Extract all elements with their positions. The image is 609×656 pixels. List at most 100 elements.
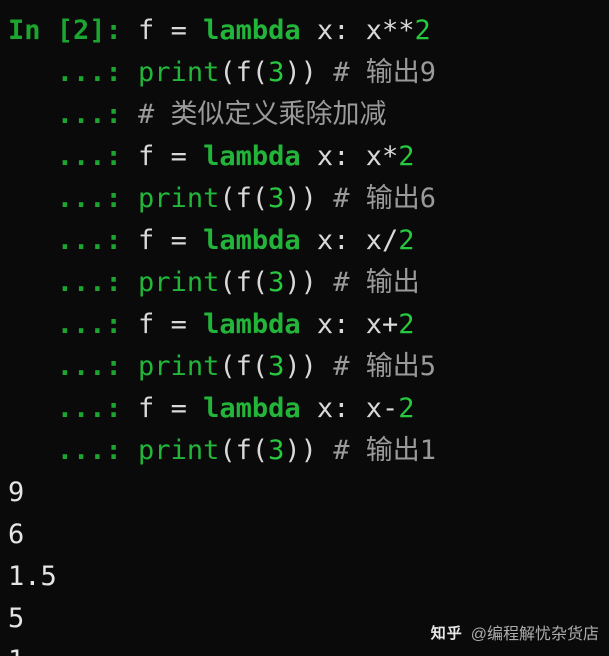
token-name: x <box>317 141 333 172</box>
continuation-prompt: ...: <box>8 393 138 424</box>
token-kw: lambda <box>203 225 301 256</box>
token-name: f <box>138 309 154 340</box>
token-name: f <box>138 15 154 46</box>
token-num: 3 <box>268 183 284 214</box>
token-sp <box>317 435 333 466</box>
token-sp <box>317 267 333 298</box>
token-paren: ( <box>252 183 268 214</box>
token-comment: # 输出1 <box>333 435 436 466</box>
token-name: x <box>366 15 382 46</box>
input-prompt: In [2]: <box>8 15 138 46</box>
token-sp <box>301 15 317 46</box>
token-sp <box>317 183 333 214</box>
token-num: 2 <box>398 309 414 340</box>
token-sp <box>187 393 203 424</box>
token-func: print <box>138 57 219 88</box>
token-eq: = <box>171 225 187 256</box>
token-kw: lambda <box>203 393 301 424</box>
token-num: 2 <box>415 15 431 46</box>
token-name: x <box>317 393 333 424</box>
token-paren: ) <box>284 57 300 88</box>
continuation-prompt: ...: <box>8 57 138 88</box>
token-sp <box>301 141 317 172</box>
token-name: f <box>236 267 252 298</box>
output-line: 9 <box>8 472 601 514</box>
token-paren: ( <box>219 267 235 298</box>
token-sp <box>154 225 170 256</box>
token-sp <box>154 15 170 46</box>
token-comment: # 输出9 <box>333 57 436 88</box>
terminal: In [2]: f = lambda x: x**2 ...: print(f(… <box>0 0 609 656</box>
token-paren: ) <box>284 267 300 298</box>
token-name: x <box>317 225 333 256</box>
token-sp <box>349 393 365 424</box>
token-eq: = <box>171 15 187 46</box>
token-func: print <box>138 435 219 466</box>
token-sp <box>349 309 365 340</box>
output-value: 5 <box>8 603 24 634</box>
zhihu-logo: 知乎 <box>431 622 463 643</box>
token-paren: ( <box>252 435 268 466</box>
token-kw: lambda <box>203 309 301 340</box>
token-comment: # 输出 <box>333 267 420 298</box>
token-eq: = <box>171 393 187 424</box>
token-name: x <box>366 393 382 424</box>
token-sp <box>187 141 203 172</box>
token-name: x <box>366 309 382 340</box>
token-kw: lambda <box>203 141 301 172</box>
token-name: f <box>138 393 154 424</box>
token-num: 3 <box>268 351 284 382</box>
continuation-prompt: ...: <box>8 309 138 340</box>
token-sp <box>317 57 333 88</box>
token-sp <box>154 309 170 340</box>
token-name: x <box>366 225 382 256</box>
token-num: 3 <box>268 435 284 466</box>
token-name: x <box>317 309 333 340</box>
output-value: 6 <box>8 519 24 550</box>
token-op: ** <box>382 15 415 46</box>
token-func: print <box>138 183 219 214</box>
token-paren: ) <box>301 351 317 382</box>
continuation-prompt: ...: <box>8 141 138 172</box>
token-name: f <box>236 183 252 214</box>
token-paren: ) <box>284 351 300 382</box>
zhihu-logo-text: 知乎 <box>431 622 463 643</box>
token-sp <box>349 225 365 256</box>
token-num: 2 <box>398 141 414 172</box>
token-paren: ( <box>252 351 268 382</box>
token-name: f <box>236 435 252 466</box>
continuation-prompt: ...: <box>8 351 138 382</box>
token-func: print <box>138 267 219 298</box>
token-paren: ( <box>219 183 235 214</box>
code-line: ...: f = lambda x: x-2 <box>8 388 601 430</box>
output-value: 1 <box>8 645 24 656</box>
token-op: / <box>382 225 398 256</box>
token-op: : <box>333 141 349 172</box>
token-sp <box>187 309 203 340</box>
token-sp <box>301 225 317 256</box>
token-paren: ( <box>219 351 235 382</box>
token-num: 3 <box>268 267 284 298</box>
token-op: + <box>382 309 398 340</box>
token-op: : <box>333 225 349 256</box>
token-name: x <box>366 141 382 172</box>
token-name: x <box>317 15 333 46</box>
token-paren: ) <box>284 183 300 214</box>
code-line: ...: print(f(3)) # 输出1 <box>8 430 601 472</box>
token-sp <box>349 141 365 172</box>
continuation-prompt: ...: <box>8 435 138 466</box>
token-paren: ( <box>219 57 235 88</box>
token-name: f <box>236 351 252 382</box>
token-sp <box>301 309 317 340</box>
token-paren: ) <box>301 435 317 466</box>
output-line: 6 <box>8 514 601 556</box>
token-func: print <box>138 351 219 382</box>
token-op: : <box>333 15 349 46</box>
token-op: * <box>382 141 398 172</box>
token-paren: ) <box>284 435 300 466</box>
watermark: 知乎 @编程解忧杂货店 <box>431 620 599 644</box>
token-paren: ) <box>301 57 317 88</box>
token-comment: # 输出6 <box>333 183 436 214</box>
continuation-prompt: ...: <box>8 99 138 130</box>
token-sp <box>154 393 170 424</box>
